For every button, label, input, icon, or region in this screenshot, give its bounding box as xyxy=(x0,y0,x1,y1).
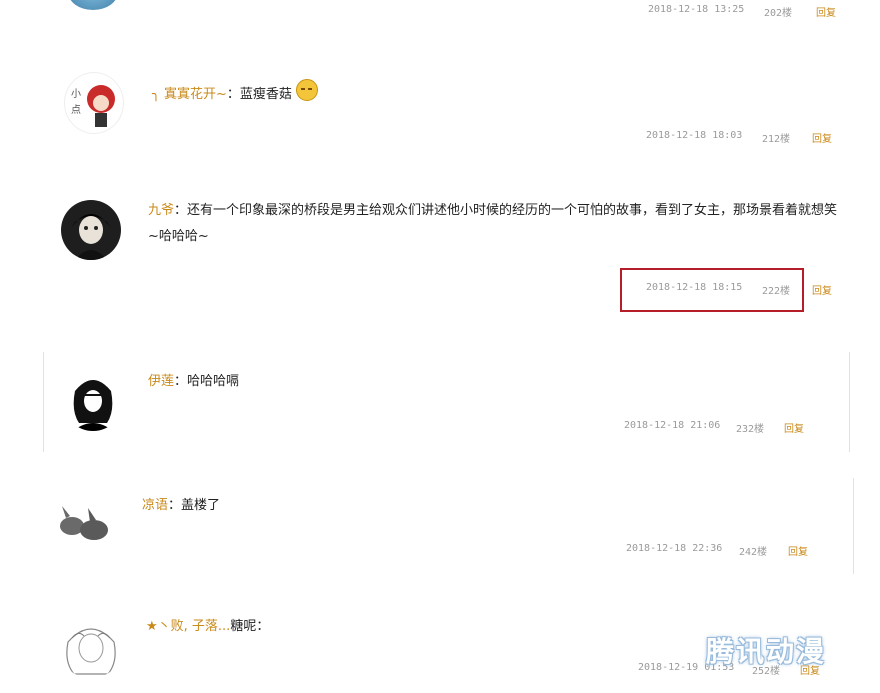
avatar-illustration xyxy=(71,214,111,260)
avatar-illustration: 小 点 xyxy=(71,85,115,127)
username-link[interactable]: 伊莲 xyxy=(148,374,174,389)
reply-button[interactable]: 回复 xyxy=(816,4,836,19)
comment-text: 哈哈哈嗝 xyxy=(187,374,240,389)
watermark: 腾讯动漫 xyxy=(706,635,827,668)
avatar[interactable] xyxy=(63,371,123,431)
floor-number: 202楼 xyxy=(764,8,793,19)
comment-body: ★丶败, 子落...糖呢： xyxy=(146,614,746,640)
comment-body: 伊莲：哈哈哈嗝 xyxy=(148,369,748,395)
separator: ： xyxy=(168,498,182,513)
floor-number: 222楼 xyxy=(762,286,791,297)
divider xyxy=(849,352,850,452)
username-link[interactable]: ╮ 寘寘花开~ xyxy=(152,87,227,102)
comment-post: 2018-12-18 13:25 202楼 回复 xyxy=(0,0,880,40)
smile-emoji-icon xyxy=(295,79,318,101)
comment-timestamp: 2018-12-18 18:15 xyxy=(646,282,743,293)
avatar[interactable]: 小 点 xyxy=(64,72,124,134)
comment-timestamp: 2018-12-18 21:06 xyxy=(624,420,721,431)
username-link[interactable]: ★丶败, 子落... xyxy=(146,619,230,634)
comment-text: 还有一个印象最深的桥段是男主给观众们讲述他小时候的经历的一个可怕的故事，看到了女… xyxy=(148,203,838,244)
comment-text: 盖楼了 xyxy=(181,498,221,513)
reply-button[interactable]: 回复 xyxy=(812,282,832,297)
comment-timestamp: 2018-12-18 22:36 xyxy=(626,543,723,554)
reply-button[interactable]: 回复 xyxy=(784,420,804,435)
divider xyxy=(853,478,854,574)
divider xyxy=(43,352,44,452)
comment-timestamp: 2018-12-18 13:25 xyxy=(648,4,745,15)
comment-text: 蓝瘦香菇 xyxy=(239,87,292,102)
comment-body: 九爷：还有一个印象最深的桥段是男主给观众们讲述他小时候的经历的一个可怕的故事，看… xyxy=(148,198,838,250)
username-link[interactable]: 九爷 xyxy=(148,203,174,218)
reply-button[interactable]: 回复 xyxy=(812,130,832,145)
reply-button[interactable]: 回复 xyxy=(788,543,808,558)
avatar[interactable] xyxy=(58,612,124,678)
avatar-illustration xyxy=(73,380,113,431)
svg-text:小: 小 xyxy=(71,88,81,100)
separator: ： xyxy=(174,203,188,218)
separator: ： xyxy=(174,374,188,389)
comment-text: 糖呢： xyxy=(230,619,270,634)
comment-timestamp: 2018-12-18 18:03 xyxy=(646,130,743,141)
avatar-illustration xyxy=(66,628,116,675)
floor-number: 232楼 xyxy=(736,424,765,435)
comment-body: 凉语：盖楼了 xyxy=(142,493,742,519)
username-link[interactable]: 凉语 xyxy=(142,498,168,513)
avatar[interactable] xyxy=(68,0,118,10)
floor-number: 212楼 xyxy=(762,134,791,145)
avatar-illustration xyxy=(60,506,108,540)
comment-body: ╮ 寘寘花开~：蓝瘦香菇 xyxy=(152,79,772,108)
svg-text:点: 点 xyxy=(71,104,81,116)
separator: ： xyxy=(226,87,240,102)
avatar[interactable] xyxy=(54,496,114,552)
avatar[interactable] xyxy=(61,200,121,260)
floor-number: 242楼 xyxy=(739,547,768,558)
